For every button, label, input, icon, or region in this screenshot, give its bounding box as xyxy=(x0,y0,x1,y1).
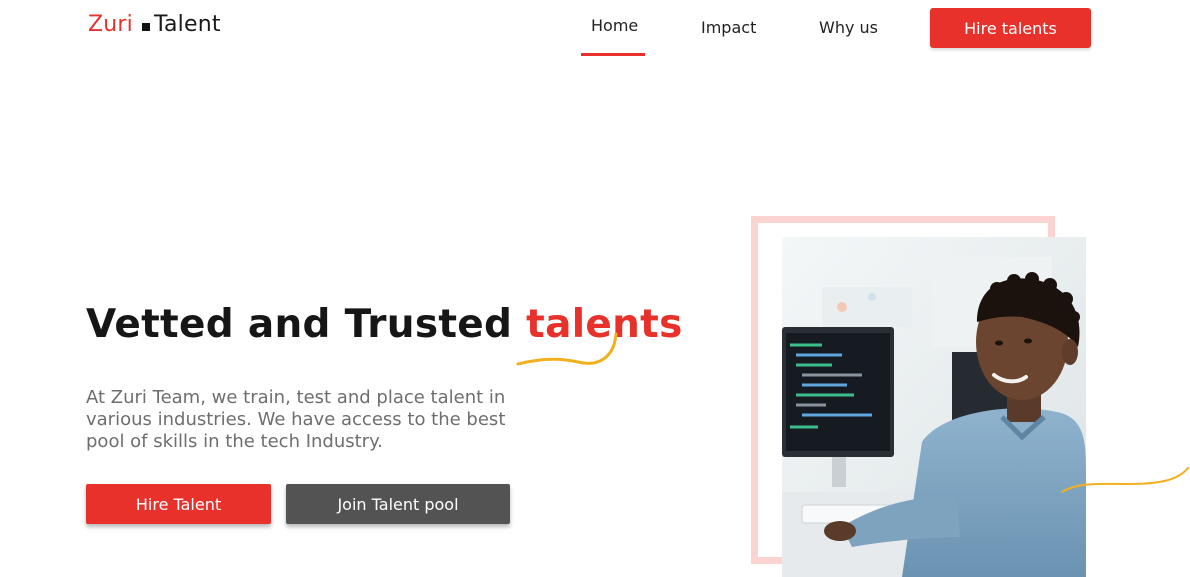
nav-active-indicator xyxy=(581,53,645,56)
logo-talent: Talent xyxy=(153,12,221,37)
logo-zuri: Zuri xyxy=(88,12,133,37)
page: Zuri Talent Home Impact Why us Hire tale… xyxy=(0,0,1190,577)
nav-impact-link[interactable]: Impact xyxy=(701,18,756,37)
side-wave-decoration xyxy=(1061,467,1189,493)
hero-headline-main: Vetted and Trusted xyxy=(86,302,513,347)
hero-description: At Zuri Team, we train, test and place t… xyxy=(86,387,506,452)
nav-home-link[interactable]: Home xyxy=(591,16,638,35)
hire-talent-button[interactable]: Hire Talent xyxy=(86,484,271,524)
logo-dot xyxy=(141,23,150,31)
logo[interactable]: Zuri Talent xyxy=(88,12,221,37)
hero-photo xyxy=(782,237,1086,577)
hire-talents-button[interactable]: Hire talents xyxy=(930,8,1091,48)
join-talent-pool-button[interactable]: Join Talent pool xyxy=(286,484,510,524)
headline-squiggle-decoration xyxy=(516,332,618,366)
developer-photo-illustration xyxy=(782,237,1086,577)
nav-why-us-link[interactable]: Why us xyxy=(819,18,878,37)
